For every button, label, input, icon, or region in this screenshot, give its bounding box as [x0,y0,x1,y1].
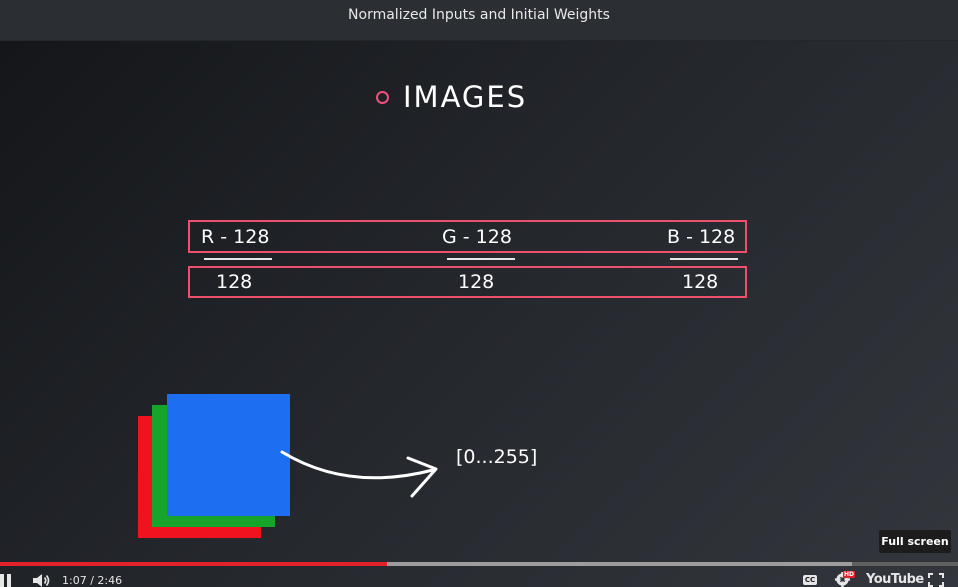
denominator-blue: 128 [682,271,719,293]
curved-arrow-icon [280,450,438,498]
volume-icon[interactable] [32,573,50,587]
video-title: Normalized Inputs and Initial Weights [348,7,610,23]
denominator-red: 128 [216,271,253,293]
pixel-range-label: [0...255] [456,446,538,468]
youtube-logo[interactable]: YouTube [866,572,924,587]
fraction-line-green [447,258,515,260]
fraction-line-blue [670,258,738,260]
time-display: 1:07 / 2:46 [62,574,123,587]
fullscreen-icon[interactable] [928,573,944,587]
denominator-green: 128 [458,271,495,293]
pause-icon[interactable] [0,574,12,587]
video-title-bar: Normalized Inputs and Initial Weights [0,0,958,41]
numerator-green: G - 128 [442,226,512,248]
numerator-blue: B - 128 [667,226,736,248]
fraction-line-red [204,258,272,260]
cc-icon[interactable]: CC [803,575,817,585]
slide-heading-text: IMAGES [403,80,528,114]
player-controls: 1:07 / 2:46 CC HD YouTube [0,568,958,587]
hd-badge: HD [843,571,856,578]
slide-heading: IMAGES [376,79,527,115]
numerator-red: R - 128 [201,226,270,248]
progress-played [0,562,388,566]
progress-bar[interactable] [0,562,958,566]
numerator-row: R - 128 G - 128 B - 128 [188,220,747,253]
video-player[interactable]: IMAGES R - 128 G - 128 B - 128 128 128 1… [0,41,958,587]
fullscreen-tooltip: Full screen [879,530,951,553]
denominator-row: 128 128 128 [188,266,747,298]
bullet-ring-icon [376,90,389,104]
blue-channel-square [167,394,290,516]
